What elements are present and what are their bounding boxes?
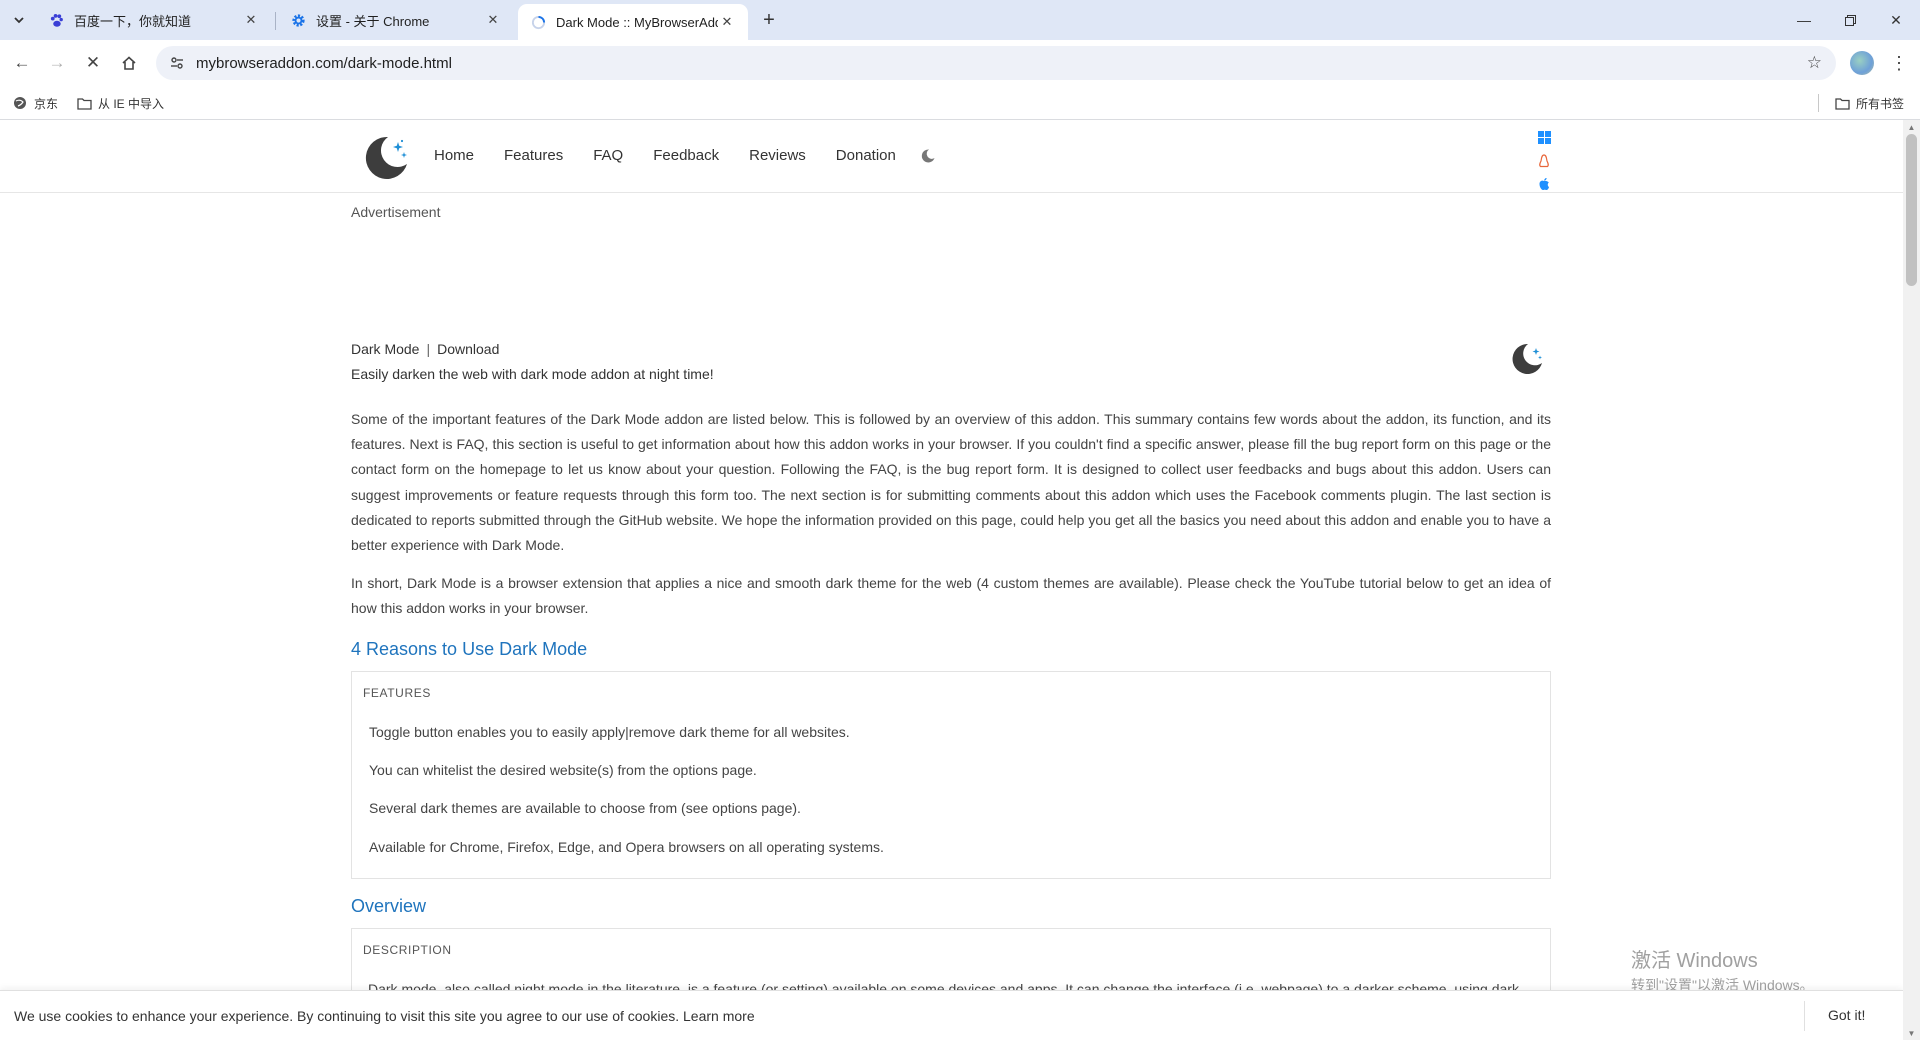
- bookmarks-bar: 京东 从 IE 中导入 所有书签: [0, 86, 1920, 120]
- addon-name: Dark Mode: [351, 341, 420, 357]
- nav-reviews[interactable]: Reviews: [749, 147, 806, 164]
- minimize-button[interactable]: —: [1781, 0, 1827, 40]
- back-button[interactable]: ←: [8, 49, 36, 77]
- feature-item: Toggle button enables you to easily appl…: [369, 724, 850, 740]
- os-icons: [1536, 126, 1552, 195]
- bookmark-label: 从 IE 中导入: [98, 96, 165, 111]
- page-scrollbar[interactable]: ▲ ▼: [1903, 120, 1920, 1040]
- watermark-line-1: 激活 Windows: [1631, 950, 1758, 972]
- home-icon: [122, 56, 136, 70]
- bookmark-star-icon[interactable]: ☆: [1807, 53, 1822, 73]
- all-bookmarks[interactable]: 所有书签: [1834, 94, 1904, 112]
- forward-button[interactable]: →: [43, 49, 71, 77]
- bookmarks-divider: [1818, 94, 1819, 112]
- stop-button[interactable]: ✕: [79, 49, 107, 77]
- globe-icon: [12, 95, 28, 111]
- feature-item: Available for Chrome, Firefox, Edge, and…: [369, 839, 884, 855]
- nav-features[interactable]: Features: [504, 147, 563, 164]
- feature-item: Several dark themes are available to cho…: [369, 800, 801, 816]
- main-nav: Home Features FAQ Feedback Reviews Donat…: [434, 147, 926, 164]
- apple-icon[interactable]: [1536, 172, 1552, 195]
- nav-donation[interactable]: Donation: [836, 147, 896, 164]
- tab-title: Dark Mode :: MyBrowserAddon: [556, 14, 718, 30]
- linux-icon[interactable]: [1536, 149, 1552, 172]
- folder-icon: [76, 95, 92, 111]
- tab-title: 百度一下，你就知道: [74, 13, 192, 29]
- scrollbar-thumb[interactable]: [1906, 134, 1917, 286]
- windows-icon[interactable]: [1536, 126, 1552, 149]
- site-info-icon[interactable]: [168, 54, 186, 72]
- cookie-divider: [1804, 1001, 1805, 1031]
- menu-button[interactable]: ⋮: [1887, 50, 1911, 76]
- tab-strip: 百度一下，你就知道 ✕ 设置 - 关于 Chrome ✕ Dark Mode :…: [0, 0, 1920, 40]
- arrow-left-icon: ←: [13, 53, 31, 72]
- url-text[interactable]: mybrowseraddon.com/dark-mode.html: [196, 55, 452, 72]
- cookie-text: We use cookies to enhance your experienc…: [14, 1008, 680, 1024]
- folder-icon: [1834, 95, 1850, 111]
- tab-separator: [275, 12, 276, 30]
- scroll-down-icon[interactable]: ▼: [1903, 1026, 1920, 1040]
- bookmark-jd[interactable]: 京东: [12, 94, 58, 112]
- tab-search-button[interactable]: [6, 7, 32, 33]
- tab-dark-mode[interactable]: Dark Mode :: MyBrowserAddon ✕: [518, 4, 748, 40]
- section-title-overview: Overview: [351, 896, 427, 916]
- arrow-right-icon: →: [48, 53, 66, 72]
- site-header: Home Features FAQ Feedback Reviews Donat…: [0, 120, 1903, 193]
- loading-spinner-icon: [530, 14, 546, 30]
- nav-faq[interactable]: FAQ: [593, 147, 623, 164]
- close-icon[interactable]: ✕: [484, 11, 502, 29]
- card-heading: FEATURES: [363, 686, 431, 700]
- cookie-banner: We use cookies to enhance your experienc…: [0, 990, 1903, 1040]
- close-icon[interactable]: ✕: [242, 11, 260, 29]
- close-icon: ✕: [85, 53, 101, 72]
- browser-toolbar: ← → ✕ mybrowseraddon.com/dark-mode.html …: [0, 40, 1920, 86]
- chevron-down-icon: [14, 17, 24, 24]
- new-tab-button[interactable]: +: [756, 7, 782, 33]
- got-it-button[interactable]: Got it!: [1828, 1007, 1865, 1023]
- summary-paragraph: In short, Dark Mode is a browser extensi…: [351, 575, 1551, 617]
- bookmark-ie-import[interactable]: 从 IE 中导入: [76, 94, 164, 112]
- theme-toggle-moon-icon[interactable]: [920, 148, 936, 164]
- close-icon: ✕: [1890, 11, 1902, 28]
- breadcrumb-separator: |: [426, 341, 431, 357]
- nav-home[interactable]: Home: [434, 147, 474, 164]
- home-button[interactable]: [115, 49, 143, 77]
- page-viewport: Home Features FAQ Feedback Reviews Donat…: [0, 120, 1903, 1040]
- breadcrumb: Dark Mode | Download: [351, 341, 499, 357]
- cookie-message: We use cookies to enhance your experienc…: [14, 1008, 755, 1024]
- tagline: Easily darken the web with dark mode add…: [351, 366, 714, 382]
- moon-icon: [1512, 343, 1542, 374]
- close-icon[interactable]: ✕: [718, 13, 736, 31]
- more-vert-icon: ⋮: [1890, 52, 1908, 73]
- feature-item: You can whitelist the desired website(s)…: [369, 762, 757, 778]
- intro-paragraph: Some of the important features of the Da…: [351, 411, 1551, 554]
- scroll-up-icon[interactable]: ▲: [1903, 120, 1920, 134]
- section-title-reasons: 4 Reasons to Use Dark Mode: [351, 639, 588, 659]
- tab-chrome-settings[interactable]: 设置 - 关于 Chrome ✕: [278, 5, 514, 35]
- plus-icon: +: [763, 8, 775, 31]
- restore-button[interactable]: [1827, 0, 1873, 40]
- bookmark-label: 京东: [34, 96, 59, 111]
- windows-activation-watermark: 激活 Windows 转到"设置"以激活 Windows。: [1631, 944, 1814, 995]
- features-card: FEATURES Toggle button enables you to ea…: [351, 671, 1551, 879]
- address-bar[interactable]: mybrowseraddon.com/dark-mode.html ☆: [156, 46, 1836, 80]
- baidu-paw-icon: [48, 12, 64, 28]
- minimize-icon: —: [1797, 12, 1811, 28]
- gear-icon: [290, 12, 306, 28]
- card-heading: DESCRIPTION: [363, 943, 452, 957]
- download-link[interactable]: Download: [437, 341, 499, 357]
- tab-title: 设置 - 关于 Chrome: [316, 13, 430, 29]
- nav-feedback[interactable]: Feedback: [653, 147, 719, 164]
- learn-more-link[interactable]: Learn more: [683, 1008, 755, 1024]
- restore-icon: [1844, 14, 1856, 26]
- bookmark-label: 所有书签: [1856, 96, 1905, 111]
- close-window-button[interactable]: ✕: [1873, 0, 1919, 40]
- profile-avatar[interactable]: [1850, 51, 1874, 75]
- advertisement-label: Advertisement: [351, 204, 441, 220]
- tab-baidu[interactable]: 百度一下，你就知道 ✕: [36, 5, 272, 35]
- moon-logo-icon[interactable]: [362, 134, 410, 182]
